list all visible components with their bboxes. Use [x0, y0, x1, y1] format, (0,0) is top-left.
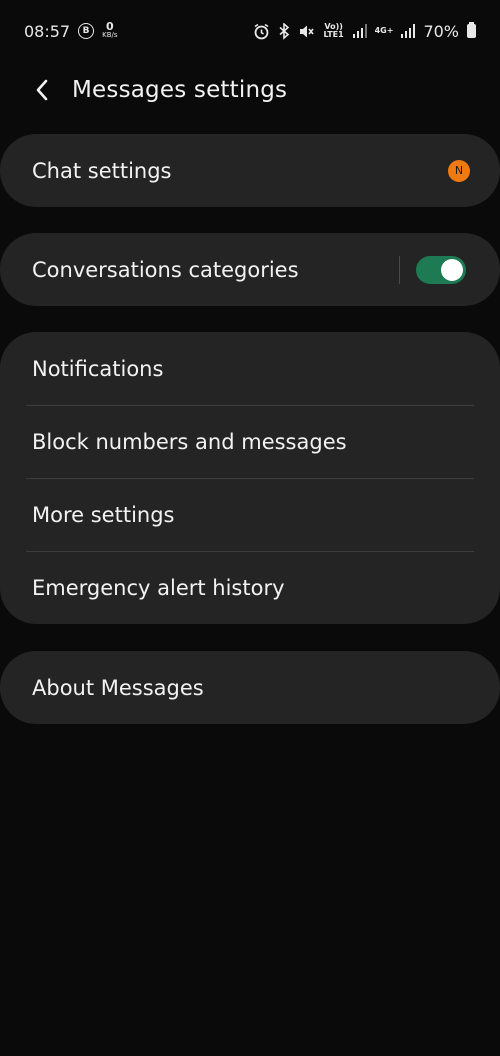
- alarm-icon: [253, 23, 270, 40]
- about-messages-card: About Messages: [0, 651, 500, 724]
- more-settings-item[interactable]: More settings: [0, 478, 500, 551]
- conversations-categories-card: Conversations categories: [0, 233, 500, 306]
- net-speed-indicator: 0 KB/s: [102, 20, 118, 40]
- back-button[interactable]: [22, 70, 62, 110]
- new-badge: N: [448, 159, 470, 182]
- settings-group-card: Notifications Block numbers and messages…: [0, 332, 500, 624]
- conversations-categories-item[interactable]: Conversations categories: [0, 233, 500, 306]
- block-numbers-label: Block numbers and messages: [32, 429, 347, 454]
- vertical-divider: [399, 255, 400, 284]
- page-title: Messages settings: [72, 77, 288, 103]
- toggle-knob: [441, 258, 463, 281]
- status-bar: 08:57 B 0 KB/s Vo)) LTE1 4G+ 70%: [0, 0, 500, 62]
- about-messages-item[interactable]: About Messages: [0, 651, 500, 724]
- chat-settings-item[interactable]: Chat settings N: [0, 134, 500, 207]
- notifications-item[interactable]: Notifications: [0, 332, 500, 405]
- notifications-label: Notifications: [32, 356, 164, 381]
- more-settings-label: More settings: [32, 502, 175, 527]
- conversations-categories-toggle[interactable]: [416, 255, 466, 284]
- block-numbers-item[interactable]: Block numbers and messages: [0, 405, 500, 478]
- chevron-left-icon: [36, 79, 48, 101]
- net-speed-value: 0: [105, 20, 114, 33]
- network-4g-label: 4G+: [374, 26, 394, 35]
- battery-percent: 70%: [423, 21, 459, 41]
- chat-settings-card: Chat settings N: [0, 134, 500, 207]
- volte-label: Vo)) LTE1: [323, 22, 344, 39]
- b-icon: B: [78, 23, 95, 39]
- status-time: 08:57: [24, 21, 71, 41]
- signal-2-icon: [401, 24, 416, 38]
- chat-settings-label: Chat settings: [32, 158, 172, 183]
- about-messages-label: About Messages: [32, 675, 204, 700]
- battery-icon: [467, 22, 476, 38]
- mute-icon: [298, 23, 315, 40]
- signal-1-icon: [352, 24, 367, 38]
- bluetooth-icon: [278, 22, 290, 40]
- app-header: Messages settings: [0, 62, 500, 118]
- net-speed-unit: KB/s: [102, 31, 118, 39]
- conversations-categories-label: Conversations categories: [32, 257, 299, 282]
- emergency-alert-history-item[interactable]: Emergency alert history: [0, 551, 500, 624]
- emergency-alert-history-label: Emergency alert history: [32, 575, 285, 600]
